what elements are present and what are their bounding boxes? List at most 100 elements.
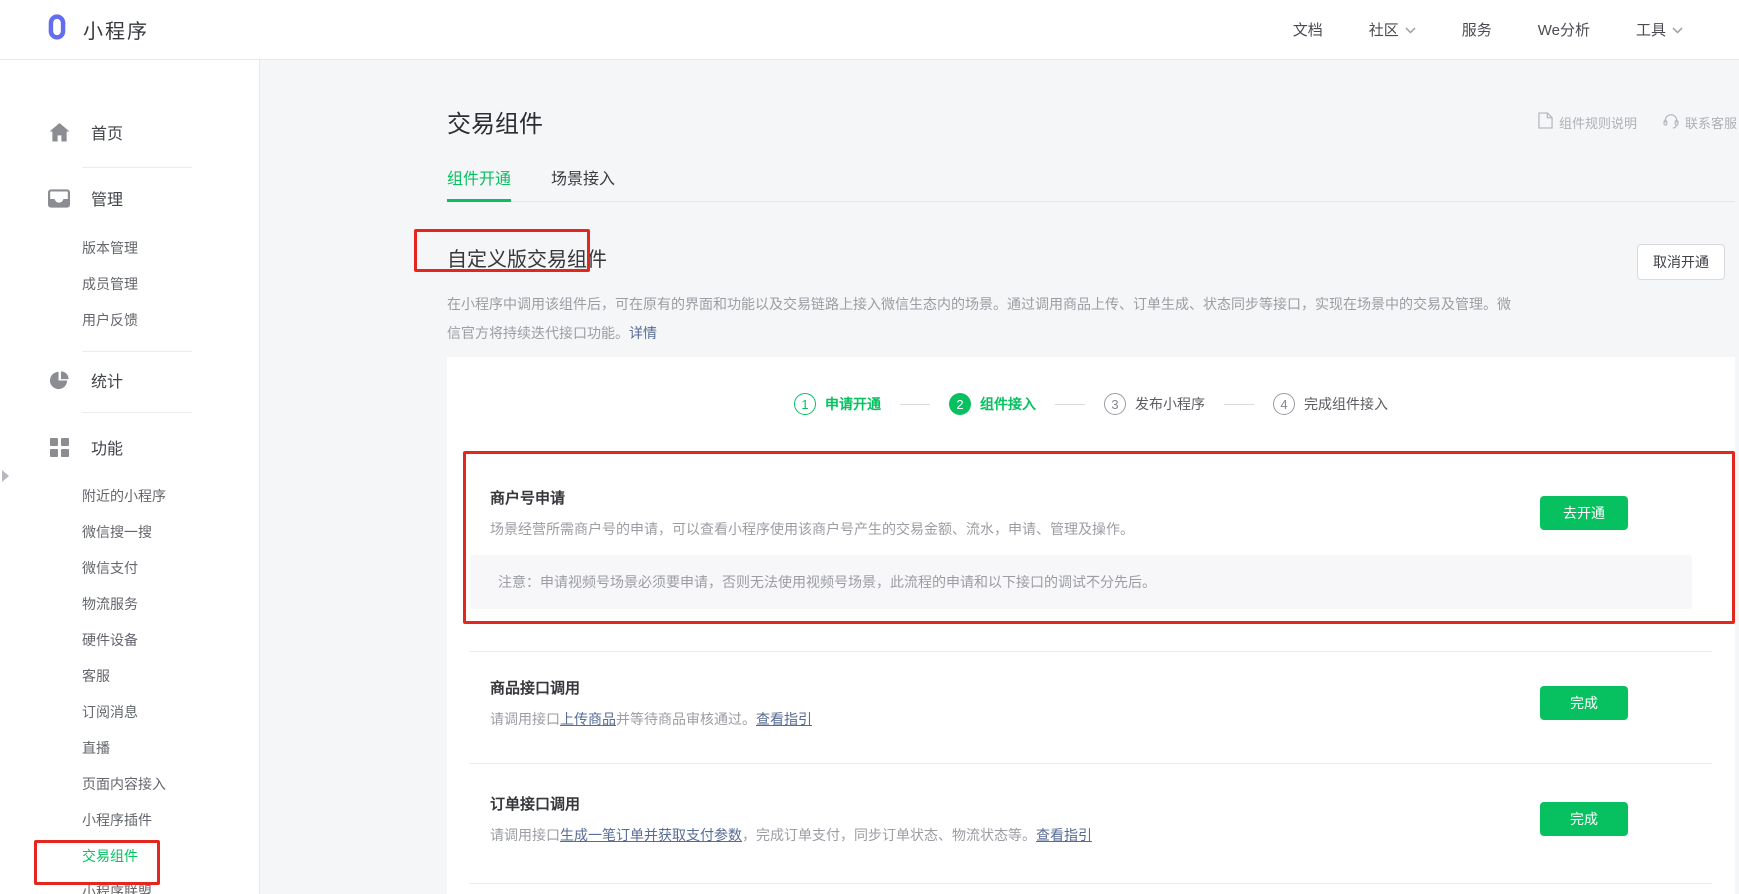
sidebar-item-nearby-miniprograms[interactable]: 附近的小程序 [0,478,259,514]
note-box: 注意：申请视频号场景必须要申请，否则无法使用视频号场景，此流程的申请和以下接口的… [470,555,1692,609]
grid-icon [47,438,71,457]
sidebar-item-miniprogram-alliance[interactable]: 小程序联盟 [0,874,259,894]
header-link-label: 联系客服 [1685,113,1737,132]
order-api-row: 订单接口调用 请调用接口生成一笔订单并获取支付参数，完成订单支付，同步订单状态、… [470,764,1712,883]
row-title: 商户号申请 [490,490,1540,508]
nav-label: 服务 [1462,19,1492,40]
description-text: ，完成订单支付，同步订单状态、物流状态等。 [742,827,1036,843]
component-rules-link[interactable]: 组件规则说明 [1538,112,1637,132]
brand[interactable]: 小程序 [42,12,149,47]
merchant-account-application-row: 商户号申请 场景经营所需商户号的申请，可以查看小程序使用该商户号产生的交易金额、… [470,454,1712,639]
nav-label: 工具 [1636,19,1666,40]
sidebar-item-manage[interactable]: 管理 [0,178,259,218]
sidebar-item-wechat-pay[interactable]: 微信支付 [0,550,259,586]
sidebar-item-member-management[interactable]: 成员管理 [0,266,259,302]
sidebar-item-wechat-search[interactable]: 微信搜一搜 [0,514,259,550]
sidebar-item-logistics-service[interactable]: 物流服务 [0,586,259,622]
row-content: 商户号申请 场景经营所需商户号的申请，可以查看小程序使用该商户号产生的交易金额、… [490,490,1540,539]
view-guide-link[interactable]: 查看指引 [1036,827,1092,843]
activation-card: 1 申请开通 2 组件接入 3 发布小程序 4 [447,357,1735,894]
sidebar-item-label: 首页 [91,120,123,144]
row-content: 商品接口调用 请调用接口上传商品并等待商品审核通过。查看指引 [490,680,1540,729]
nav-item-we-analytics[interactable]: We分析 [1538,19,1590,40]
row-title: 商品接口调用 [490,680,1540,698]
sidebar-item-label: 功能 [91,435,123,459]
step-label: 完成组件接入 [1304,394,1388,414]
section-head: 自定义版交易组件 取消开通 [447,240,1735,280]
nav-label: 社区 [1369,19,1399,40]
section-title: 自定义版交易组件 [447,240,1735,280]
row-description: 场景经营所需商户号的申请，可以查看小程序使用该商户号产生的交易金额、流水，申请、… [490,519,1540,539]
sidebar-item-home[interactable]: 首页 [0,112,259,152]
details-link[interactable]: 详情 [629,325,657,341]
sidebar-item-features[interactable]: 功能 [0,427,259,467]
nav-item-services[interactable]: 服务 [1462,19,1492,40]
document-icon [1538,112,1553,132]
upload-product-link[interactable]: 上传商品 [560,711,616,727]
chevron-down-icon [1672,21,1683,38]
description-text: 在小程序中调用该组件后，可在原有的界面和功能以及交易链路上接入微信生态内的场景。… [447,296,1511,341]
nav-item-docs[interactable]: 文档 [1293,19,1323,40]
sidebar-item-page-content-access[interactable]: 页面内容接入 [0,766,259,802]
divider [82,412,192,413]
step-number: 3 [1104,393,1126,415]
step-label: 发布小程序 [1135,394,1205,414]
description-text: 请调用接口 [490,711,560,727]
sidebar-item-hardware-devices[interactable]: 硬件设备 [0,622,259,658]
nav-item-tools[interactable]: 工具 [1636,19,1683,40]
nav-item-community[interactable]: 社区 [1369,19,1416,40]
brand-name: 小程序 [83,15,149,44]
pie-chart-icon [47,370,71,391]
tab-component-activation[interactable]: 组件开通 [447,165,511,201]
sidebar-item-customer-service[interactable]: 客服 [0,658,259,694]
row-title: 订单接口调用 [490,796,1540,814]
description-text: 并等待商品审核通过。 [616,711,756,727]
sidebar-item-transaction-components[interactable]: 交易组件 [0,838,259,874]
contact-support-link[interactable]: 联系客服 [1663,112,1737,132]
section-description: 在小程序中调用该组件后，可在原有的界面和功能以及交易链路上接入微信生态内的场景。… [447,290,1522,348]
tab-scene-access[interactable]: 场景接入 [551,165,615,201]
step-number: 4 [1273,393,1295,415]
description-text: 请调用接口 [490,827,560,843]
sidebar-item-miniprogram-plugins[interactable]: 小程序插件 [0,802,259,838]
activate-merchant-button[interactable]: 去开通 [1540,496,1628,530]
sidebar-item-version-management[interactable]: 版本管理 [0,230,259,266]
create-order-link[interactable]: 生成一笔订单并获取支付参数 [560,827,742,843]
order-api-done-button[interactable]: 完成 [1540,802,1628,836]
top-navigation: 文档 社区 服务 We分析 工具 [1293,19,1699,40]
step-complete-access: 4 完成组件接入 [1273,393,1388,415]
divider [470,883,1712,884]
view-guide-link[interactable]: 查看指引 [756,711,812,727]
cancel-activation-button[interactable]: 取消开通 [1637,244,1725,280]
step-number: 1 [794,393,816,415]
divider [82,351,192,352]
main-content: 交易组件 组件规则说明 [260,60,1739,894]
home-icon [47,123,71,142]
miniprogram-console-page: 小程序 文档 社区 服务 We分析 工具 [0,0,1739,894]
step-connector [1055,404,1085,405]
step-number: 2 [949,393,971,415]
inbox-icon [47,189,71,208]
manage-sublist: 版本管理 成员管理 用户反馈 [0,230,259,338]
features-sublist: 附近的小程序 微信搜一搜 微信支付 物流服务 硬件设备 客服 订阅消息 直播 页… [0,478,259,894]
tabs: 组件开通 场景接入 [447,165,1735,202]
sidebar-collapse-arrow-icon[interactable] [2,470,9,482]
sidebar-item-user-feedback[interactable]: 用户反馈 [0,302,259,338]
sidebar-item-statistics[interactable]: 统计 [0,360,259,400]
sidebar-item-live-streaming[interactable]: 直播 [0,730,259,766]
header-links: 组件规则说明 联系客服 [1538,112,1737,132]
product-api-row: 商品接口调用 请调用接口上传商品并等待商品审核通过。查看指引 完成 [470,652,1712,763]
divider [82,167,192,168]
step-label: 申请开通 [825,394,881,414]
step-apply-activation: 1 申请开通 [794,393,881,415]
step-connector [1224,404,1254,405]
row-content: 订单接口调用 请调用接口生成一笔订单并获取支付参数，完成订单支付，同步订单状态、… [490,796,1540,845]
sidebar-item-subscription-messages[interactable]: 订阅消息 [0,694,259,730]
row-description: 请调用接口生成一笔订单并获取支付参数，完成订单支付，同步订单状态、物流状态等。查… [490,825,1540,845]
product-api-done-button[interactable]: 完成 [1540,686,1628,720]
step-label: 组件接入 [980,394,1036,414]
step-connector [900,404,930,405]
nav-label: 文档 [1293,19,1323,40]
sidebar-item-label: 管理 [91,186,123,210]
row-description: 请调用接口上传商品并等待商品审核通过。查看指引 [490,709,1540,729]
